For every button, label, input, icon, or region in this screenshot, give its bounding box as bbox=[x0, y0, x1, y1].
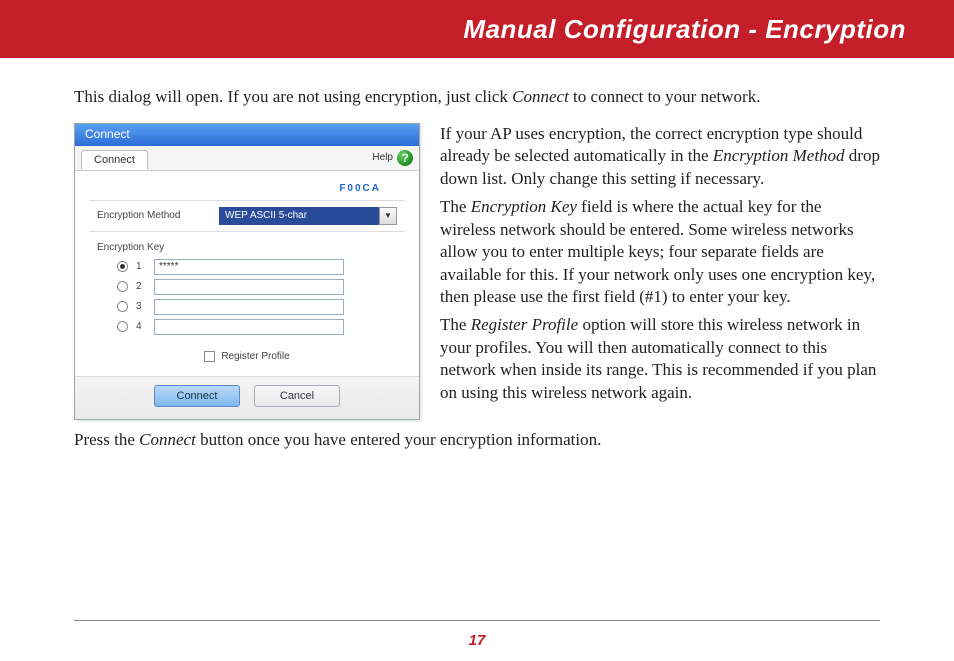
key-input-3[interactable] bbox=[154, 299, 344, 315]
encryption-method-value: WEP ASCII 5-char bbox=[219, 207, 379, 225]
page-number: 17 bbox=[0, 632, 954, 649]
key-num-4: 4 bbox=[136, 321, 146, 332]
footer-divider bbox=[74, 620, 880, 621]
key-row-1: 1 ***** bbox=[89, 257, 405, 277]
network-name: F00CA bbox=[89, 181, 405, 200]
intro-text-c: to connect to your network. bbox=[569, 87, 761, 106]
para-encryption-method: If your AP uses encryption, the correct … bbox=[440, 123, 880, 190]
key-row-3: 3 bbox=[89, 297, 405, 317]
key-radio-1[interactable] bbox=[117, 261, 128, 272]
key-row-2: 2 bbox=[89, 277, 405, 297]
key-num-3: 3 bbox=[136, 301, 146, 312]
key-input-2[interactable] bbox=[154, 279, 344, 295]
connect-dialog: Connect Connect Help ? F00CA Encryption … bbox=[74, 123, 420, 420]
register-profile-row: Register Profile bbox=[89, 337, 405, 372]
right-text-column: If your AP uses encryption, the correct … bbox=[440, 123, 880, 410]
key-num-2: 2 bbox=[136, 281, 146, 292]
register-profile-label: Register Profile bbox=[221, 351, 289, 362]
dialog-titlebar: Connect bbox=[75, 124, 419, 146]
help-icon: ? bbox=[397, 150, 413, 166]
key-radio-4[interactable] bbox=[117, 321, 128, 332]
para-encryption-key: The Encryption Key field is where the ac… bbox=[440, 196, 880, 308]
header-band: Manual Configuration - Encryption bbox=[0, 0, 954, 58]
key-radio-2[interactable] bbox=[117, 281, 128, 292]
chevron-down-icon: ▼ bbox=[379, 207, 397, 225]
cancel-button[interactable]: Cancel bbox=[254, 385, 340, 407]
intro-text-a: This dialog will open. If you are not us… bbox=[74, 87, 512, 106]
intro-paragraph: This dialog will open. If you are not us… bbox=[74, 86, 880, 109]
tab-connect[interactable]: Connect bbox=[81, 150, 148, 170]
para-register-profile: The Register Profile option will store t… bbox=[440, 314, 880, 404]
dialog-button-row: Connect Cancel bbox=[75, 376, 419, 419]
key-row-4: 4 bbox=[89, 317, 405, 337]
key-input-1[interactable]: ***** bbox=[154, 259, 344, 275]
help-area[interactable]: Help ? bbox=[372, 150, 413, 170]
dialog-tab-row: Connect Help ? bbox=[75, 146, 419, 171]
page-title: Manual Configuration - Encryption bbox=[463, 14, 906, 45]
encryption-method-select[interactable]: WEP ASCII 5-char ▼ bbox=[219, 207, 397, 225]
key-radio-3[interactable] bbox=[117, 301, 128, 312]
encryption-key-label: Encryption Key bbox=[89, 232, 405, 257]
register-profile-checkbox[interactable] bbox=[204, 351, 215, 362]
encryption-method-label: Encryption Method bbox=[97, 210, 207, 221]
key-input-4[interactable] bbox=[154, 319, 344, 335]
dialog-body: F00CA Encryption Method WEP ASCII 5-char… bbox=[75, 171, 419, 376]
content-area: This dialog will open. If you are not us… bbox=[0, 58, 954, 450]
intro-connect-word: Connect bbox=[512, 87, 569, 106]
outro-paragraph: Press the Connect button once you have e… bbox=[74, 430, 880, 450]
connect-button[interactable]: Connect bbox=[154, 385, 240, 407]
help-label: Help bbox=[372, 152, 393, 163]
key-num-1: 1 bbox=[136, 261, 146, 272]
dialog-screenshot: Connect Connect Help ? F00CA Encryption … bbox=[74, 123, 420, 420]
encryption-method-row: Encryption Method WEP ASCII 5-char ▼ bbox=[89, 200, 405, 232]
mid-row: Connect Connect Help ? F00CA Encryption … bbox=[74, 123, 880, 420]
